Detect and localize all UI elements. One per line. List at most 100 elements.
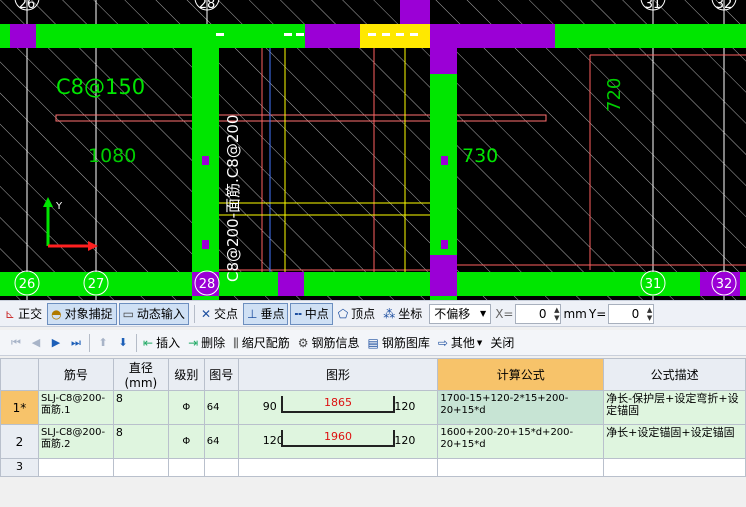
rebar-info-icon: ⚙ [297, 335, 309, 350]
description-cell[interactable]: 净长-保护层+设定弯折+设定锚固 [603, 390, 746, 425]
axis-label-bottom-4: 31 [645, 277, 662, 292]
axis-y-label: Y [55, 201, 63, 212]
previous-record-icon[interactable]: ◀ [26, 336, 46, 349]
formula-cell[interactable]: 1600+200-20+15*d+200-20+15*d [437, 424, 605, 459]
orthogonal-button[interactable]: ⊾ 正交 [2, 303, 45, 325]
row-index[interactable]: 1* [0, 390, 39, 425]
coordinate-button[interactable]: ⁂ 坐标 [380, 303, 425, 325]
index-header [0, 358, 39, 391]
intersection-label: 交点 [214, 307, 239, 321]
other-menu-button[interactable]: ⇨ 其他 ▼ [435, 332, 485, 354]
first-record-icon[interactable]: ⏮ [6, 336, 26, 350]
empty-cell[interactable] [112, 458, 169, 477]
separator [193, 304, 195, 323]
x-coordinate-input[interactable]: 0 ▲ ▼ [515, 303, 562, 324]
last-record-icon[interactable]: ⏭ [66, 336, 86, 350]
y-value: 0 [631, 306, 640, 321]
insert-label: 插入 [156, 336, 181, 350]
diameter-cell[interactable]: 8 [112, 424, 169, 459]
object-snap-button[interactable]: ◓ 对象捕捉 [47, 302, 117, 325]
rebar-info-button[interactable]: ⚙ 钢筋信息 [295, 332, 363, 354]
table-header-row: 筋号 直径(mm) 级别 图号 图形 计算公式 公式描述 [0, 358, 746, 391]
rebar-shape: 120 1960 120 [241, 427, 436, 455]
axis-label-bottom-2: 27 [88, 277, 105, 292]
delete-label: 删除 [201, 336, 226, 350]
rebar-library-button[interactable]: ▤ 钢筋图库 [364, 332, 432, 354]
snap-toolbar: ⊾ 正交 ◓ 对象捕捉 ▭ 动态输入 ✕ 交点 ⊥ 垂点 ╍ 中点 ⬠ 顶点 ⁂ 坐标 不偏移 ▼… [0, 300, 746, 327]
table-row[interactable]: 1* SLJ-C8@200-面筋.1 8 Φ 64 90 1865 120 17… [0, 390, 746, 425]
rebar-label-c8-150: C8@150 [56, 75, 145, 99]
grade-cell[interactable]: Φ [167, 424, 205, 459]
vertex-button[interactable]: ⬠ 顶点 [335, 303, 378, 325]
spinner-icon[interactable]: ▲ ▼ [554, 306, 559, 322]
midpoint-label: 中点 [304, 307, 329, 321]
description-cell[interactable]: 净长+设定锚固+设定锚固 [603, 424, 746, 459]
perpendicular-button[interactable]: ⊥ 垂点 [243, 302, 289, 325]
library-icon: ▤ [367, 335, 379, 350]
offset-value: 不偏移 [434, 307, 471, 321]
column-header[interactable]: 筋号 [37, 358, 114, 391]
axis-label-top-1: 26 [19, 0, 36, 12]
column-header[interactable]: 图号 [203, 358, 239, 391]
coordinate-label: 坐标 [398, 307, 423, 321]
close-button[interactable]: 关闭 [487, 332, 517, 354]
shape-right-length: 120 [394, 434, 416, 447]
midpoint-icon: ╍ [294, 306, 302, 321]
column-header[interactable]: 直径(mm) [112, 358, 169, 391]
next-record-icon[interactable]: ▶ [46, 336, 66, 349]
shape-cell[interactable]: 90 1865 120 [237, 390, 439, 425]
column-header[interactable]: 公式描述 [603, 358, 746, 391]
magnet-icon: ◓ [51, 306, 62, 321]
table-row[interactable]: 2 SLJ-C8@200-面筋.2 8 Φ 64 120 1960 120 16… [0, 424, 746, 459]
dynamic-input-label: 动态输入 [136, 307, 185, 321]
figure-number-cell[interactable]: 64 [203, 424, 239, 459]
empty-cell[interactable] [167, 458, 205, 477]
empty-cell[interactable] [37, 458, 114, 477]
dynamic-input-button[interactable]: ▭ 动态输入 [118, 302, 189, 325]
spinner-icon[interactable]: ▲ ▼ [647, 306, 652, 322]
empty-cell[interactable] [437, 458, 605, 477]
rebar-table: 筋号 直径(mm) 级别 图号 图形 计算公式 公式描述 1* SLJ-C8@2… [0, 358, 746, 477]
rebar-name-cell[interactable]: SLJ-C8@200-面筋.1 [37, 390, 114, 425]
move-down-icon[interactable]: ⬇ [113, 336, 133, 349]
object-snap-label: 对象捕捉 [64, 307, 113, 321]
insert-button[interactable]: ⇤ 插入 [140, 332, 183, 354]
grade-cell[interactable]: Φ [167, 390, 205, 425]
column-header-active[interactable]: 计算公式 [437, 358, 605, 391]
empty-cell[interactable] [203, 458, 239, 477]
dimension-730: 730 [462, 145, 498, 167]
cad-drawing[interactable]: 26 28 31 32 26 27 28 31 32 C8@150 1080 7… [0, 0, 746, 300]
axis-label-bottom-1: 26 [19, 277, 36, 292]
empty-cell[interactable] [603, 458, 746, 477]
row-index[interactable]: 3 [0, 458, 39, 477]
rebar-info-label: 钢筋信息 [311, 336, 360, 350]
rebar-name-cell[interactable]: SLJ-C8@200-面筋.2 [37, 424, 114, 459]
vertex-icon: ⬠ [337, 306, 349, 321]
column-header[interactable]: 图形 [237, 358, 439, 391]
other-icon: ⇨ [437, 335, 448, 350]
intersection-button[interactable]: ✕ 交点 [198, 303, 241, 325]
offset-select[interactable]: 不偏移 ▼ [429, 303, 492, 324]
scale-rebar-icon: ⫼ [233, 335, 239, 350]
separator [89, 333, 90, 352]
separator [136, 333, 137, 352]
column-header[interactable]: 级别 [167, 358, 205, 391]
rebar-toolbar: ⏮ ◀ ▶ ⏭ ⬆ ⬇ ⇤ 插入 ⇥ 删除 ⫼ 缩尺配筋 ⚙ 钢筋信息 ▤ 钢筋图库 ⇨ 其… [0, 330, 746, 356]
empty-cell[interactable] [237, 458, 439, 477]
midpoint-button[interactable]: ╍ 中点 [290, 302, 333, 325]
diameter-cell[interactable]: 8 [112, 390, 169, 425]
scale-rebar-button[interactable]: ⫼ 缩尺配筋 [230, 332, 293, 354]
axis-label-bottom-3: 28 [199, 277, 216, 292]
shape-cell[interactable]: 120 1960 120 [237, 424, 439, 459]
scale-rebar-label: 缩尺配筋 [241, 336, 290, 350]
row-index[interactable]: 2 [0, 424, 39, 459]
figure-number-cell[interactable]: 64 [203, 390, 239, 425]
shape-right-length: 120 [394, 400, 416, 413]
y-coordinate-input[interactable]: 0 ▲ ▼ [608, 303, 655, 324]
table-row[interactable]: 3 [0, 458, 746, 477]
formula-cell[interactable]: 1700-15+120-2*15+200-20+15*d [437, 390, 605, 425]
delete-button[interactable]: ⇥ 删除 [185, 332, 228, 354]
cad-drawing-canvas[interactable]: 26 28 31 32 26 27 28 31 32 C8@150 1080 7… [0, 0, 746, 300]
axis-label-top-3: 31 [645, 0, 662, 12]
move-up-icon[interactable]: ⬆ [93, 336, 113, 349]
